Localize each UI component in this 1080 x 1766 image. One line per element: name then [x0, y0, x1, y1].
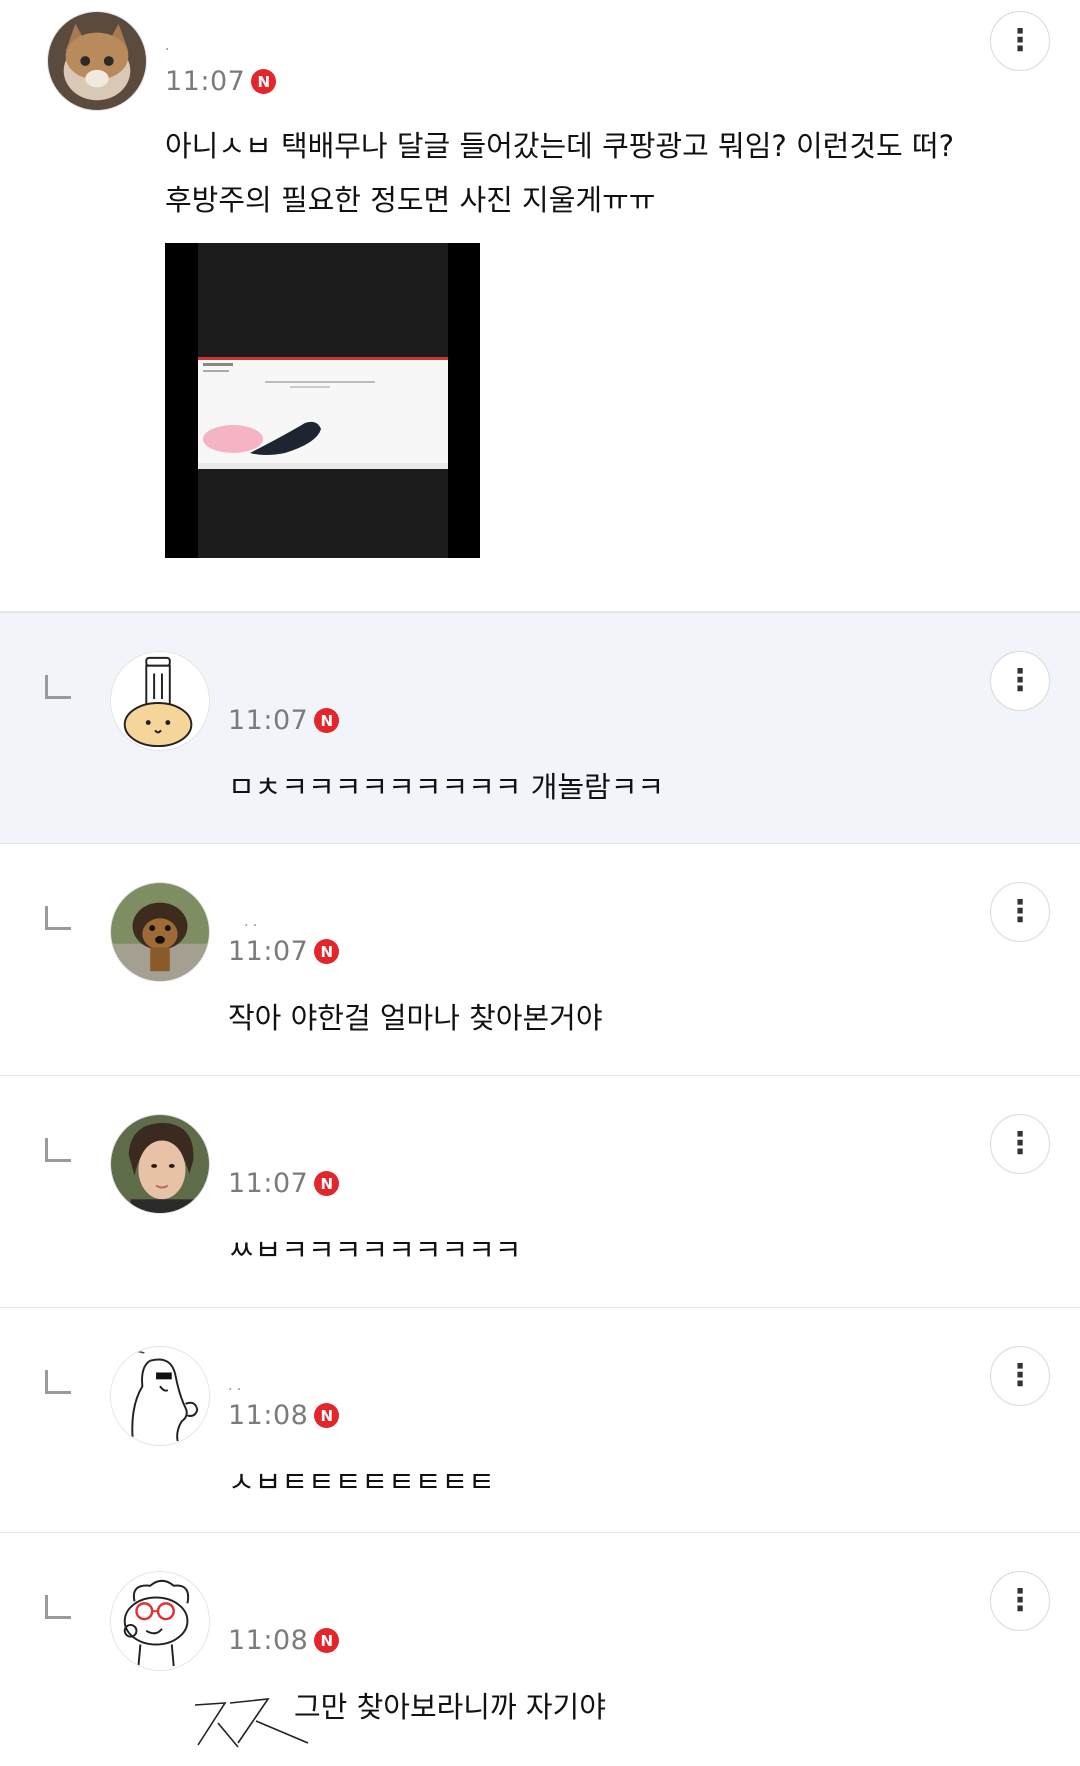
new-badge-icon: N	[314, 708, 340, 733]
cat-avatar-image	[48, 12, 146, 110]
avatar[interactable]	[110, 1114, 210, 1214]
doodle-avatar-image	[111, 1347, 209, 1445]
more-vertical-icon: ⋮	[1005, 1583, 1035, 1618]
new-badge-icon: N	[314, 1171, 340, 1196]
nickname: . .	[228, 1378, 242, 1394]
timestamp: 11:07	[228, 936, 309, 967]
reply-arrow-icon	[45, 906, 71, 930]
comment-text: 작아 야한걸 얼마나 찾아본거야	[228, 1001, 603, 1035]
more-options-button[interactable]: ⋮	[990, 1571, 1050, 1631]
more-options-button[interactable]: ⋮	[990, 1346, 1050, 1406]
reply-item: 11:07 N ㅆㅂㅋㅋㅋㅋㅋㅋㅋㅋㅋ ⋮	[0, 1076, 1080, 1308]
more-options-button[interactable]: ⋮	[990, 882, 1050, 942]
avatar[interactable]	[110, 1346, 210, 1446]
chef-avatar-image	[111, 652, 209, 750]
new-badge-icon: N	[314, 939, 340, 964]
nickname: . .	[244, 914, 258, 930]
more-vertical-icon: ⋮	[1005, 23, 1035, 58]
dog-avatar-image	[111, 883, 209, 981]
avatar[interactable]	[47, 11, 147, 111]
more-options-button[interactable]: ⋮	[990, 1114, 1050, 1174]
timestamp: 11:08	[228, 1400, 309, 1431]
reply-arrow-icon	[45, 1138, 71, 1162]
sheep-avatar-image	[111, 1572, 209, 1670]
comment-meta: 11:07 N	[228, 705, 340, 736]
comment-thread: . 11:07 N 아니ㅅㅂ 택배무나 달글 들어갔는데 쿠팡광고 뭐임? 이런…	[0, 0, 1080, 1766]
timestamp: 11:07	[228, 1168, 309, 1199]
more-options-button[interactable]: ⋮	[990, 11, 1050, 71]
reply-arrow-icon	[45, 675, 71, 699]
new-badge-icon: N	[314, 1628, 340, 1653]
timestamp: 11:07	[228, 705, 309, 736]
reply-item: . . 11:08 N ㅅㅂㅌㅌㅌㅌㅌㅌㅌㅌ ⋮	[0, 1308, 1080, 1533]
more-vertical-icon: ⋮	[1005, 1126, 1035, 1161]
more-vertical-icon: ⋮	[1005, 894, 1035, 929]
timestamp: 11:07	[165, 66, 246, 97]
comment-meta: 11:08 N	[228, 1625, 340, 1656]
comment-meta: 11:08 N	[228, 1400, 340, 1431]
reply-arrow-icon	[45, 1595, 71, 1619]
reply-item: 11:08 N 그만 찾아보라니까 자기야 ⋮	[0, 1533, 1080, 1766]
new-badge-icon: N	[314, 1403, 340, 1428]
avatar[interactable]	[110, 882, 210, 982]
comment-text-line-2: 후방주의 필요한 정도면 사진 지울게ㅠㅠ	[165, 183, 656, 217]
reply-arrow-icon	[45, 1370, 71, 1394]
attached-image[interactable]	[165, 243, 480, 558]
comment-item: . 11:07 N 아니ㅅㅂ 택배무나 달글 들어갔는데 쿠팡광고 뭐임? 이런…	[0, 0, 1080, 612]
comment-text: ㅁㅊㅋㅋㅋㅋㅋㅋㅋㅋㅋ 개놀람ㅋㅋ	[228, 770, 665, 804]
comment-text-line-1: 아니ㅅㅂ 택배무나 달글 들어갔는데 쿠팡광고 뭐임? 이런것도 떠?	[165, 129, 954, 163]
comment-text: 그만 찾아보라니까 자기야	[294, 1690, 606, 1724]
person-avatar-image	[111, 1115, 209, 1213]
ad-screenshot-image	[165, 243, 480, 558]
avatar[interactable]	[110, 651, 210, 751]
more-vertical-icon: ⋮	[1005, 1358, 1035, 1393]
timestamp: 11:08	[228, 1625, 309, 1656]
more-vertical-icon: ⋮	[1005, 663, 1035, 698]
comment-meta: 11:07 N	[228, 1168, 340, 1199]
nickname: .	[165, 38, 170, 54]
reply-item: 11:07 N ㅁㅊㅋㅋㅋㅋㅋㅋㅋㅋㅋ 개놀람ㅋㅋ ⋮	[0, 612, 1080, 844]
comment-text: ㅅㅂㅌㅌㅌㅌㅌㅌㅌㅌ	[228, 1465, 495, 1499]
comment-meta: 11:07 N	[165, 66, 277, 97]
avatar[interactable]	[110, 1571, 210, 1671]
new-badge-icon: N	[251, 69, 277, 94]
reply-item: . . 11:07 N 작아 야한걸 얼마나 찾아본거야 ⋮	[0, 844, 1080, 1076]
comment-text: ㅆㅂㅋㅋㅋㅋㅋㅋㅋㅋㅋ	[228, 1233, 522, 1267]
comment-meta: 11:07 N	[228, 936, 340, 967]
more-options-button[interactable]: ⋮	[990, 651, 1050, 711]
